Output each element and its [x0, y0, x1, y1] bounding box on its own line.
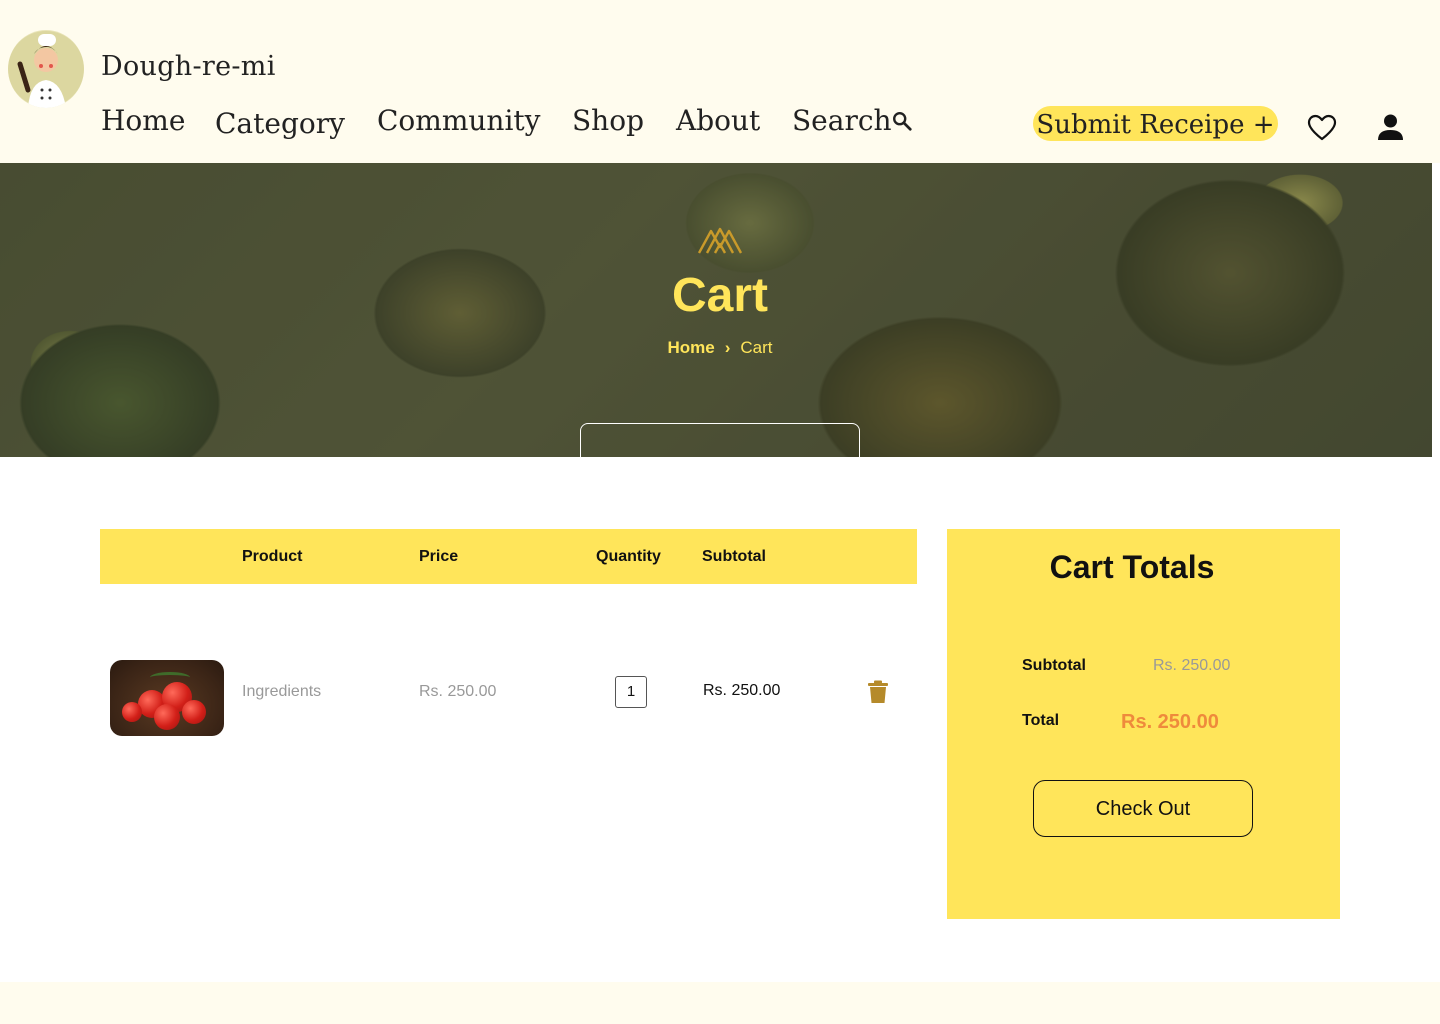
column-header-quantity: Quantity: [596, 548, 661, 565]
totals-subtotal-label: Subtotal: [1022, 657, 1086, 674]
product-image[interactable]: [110, 660, 224, 736]
nav-home[interactable]: Home: [101, 104, 185, 137]
nav-about[interactable]: About: [676, 104, 760, 137]
heart-icon[interactable]: [1307, 114, 1337, 141]
chef-avatar-logo[interactable]: [8, 30, 84, 108]
submit-recipe-button[interactable]: Submit Receipe +: [1033, 106, 1278, 141]
cart-totals-panel: Cart Totals Subtotal Rs. 250.00 Total Rs…: [947, 529, 1340, 919]
footer-band: [0, 982, 1440, 1024]
cart-table-header: Product Price Quantity Subtotal: [100, 529, 917, 584]
cart-totals-title: Cart Totals: [1049, 549, 1215, 585]
quantity-input[interactable]: 1: [615, 676, 647, 708]
user-icon[interactable]: [1377, 113, 1404, 141]
breadcrumb-current: Cart: [740, 338, 773, 357]
page-title: Cart: [671, 269, 769, 322]
hero-outline-box: [580, 423, 860, 457]
breadcrumb-home[interactable]: Home: [667, 338, 714, 357]
brand-name[interactable]: Dough-re-mi: [101, 51, 276, 82]
nav-category[interactable]: Category: [215, 107, 345, 140]
product-name[interactable]: Ingredients: [242, 683, 321, 701]
nav-shop[interactable]: Shop: [572, 104, 644, 137]
hero-banner: Cart Home › Cart: [0, 163, 1432, 457]
column-header-subtotal: Subtotal: [702, 548, 766, 565]
product-price: Rs. 250.00: [419, 683, 497, 700]
trash-icon[interactable]: [867, 680, 889, 704]
site-header: Dough-re-mi Home Category Community Shop…: [0, 0, 1440, 163]
nav-community[interactable]: Community: [377, 104, 540, 137]
checkout-button[interactable]: Check Out: [1033, 780, 1253, 837]
totals-subtotal-value: Rs. 250.00: [1153, 657, 1231, 674]
column-header-product: Product: [242, 548, 303, 565]
search-icon[interactable]: [891, 110, 913, 132]
breadcrumb: Home › Cart: [0, 338, 1432, 358]
chevron-right-icon: ›: [724, 338, 731, 357]
product-subtotal: Rs. 250.00: [703, 682, 781, 699]
nav-search[interactable]: Search: [792, 104, 892, 137]
mountain-logo-icon: [697, 227, 743, 254]
totals-total-label: Total: [1022, 712, 1060, 729]
column-header-price: Price: [419, 548, 459, 565]
totals-total-value: Rs. 250.00: [1121, 711, 1219, 733]
